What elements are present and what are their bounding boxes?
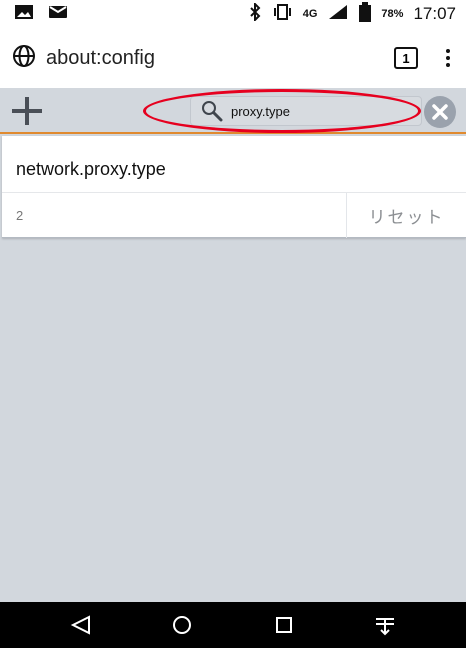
menu-dot xyxy=(446,49,450,53)
browser-toolbar: about:config 1 xyxy=(0,28,466,88)
preference-list: network.proxy.type 2 リセット xyxy=(0,134,466,602)
more-vertical-icon[interactable] xyxy=(442,49,454,67)
menu-dot xyxy=(446,63,450,67)
reset-button[interactable]: リセット xyxy=(347,193,466,238)
search-filter[interactable] xyxy=(190,96,422,126)
globe-icon xyxy=(12,44,36,73)
menu-dot xyxy=(446,56,450,60)
signal-icon xyxy=(327,4,349,25)
battery-icon xyxy=(359,1,372,27)
close-icon[interactable] xyxy=(424,96,456,128)
status-right-icons: 4G 78% 17:07 xyxy=(248,1,456,27)
search-icon xyxy=(201,100,223,122)
message-icon xyxy=(48,4,68,25)
bluetooth-icon xyxy=(248,1,262,26)
network-label: 4G xyxy=(302,8,318,20)
status-time: 17:07 xyxy=(413,4,456,23)
url-bar[interactable]: about:config xyxy=(12,44,394,73)
android-navigation-bar xyxy=(0,602,466,648)
preference-item[interactable]: network.proxy.type 2 リセット xyxy=(2,136,466,238)
image-icon xyxy=(14,4,34,25)
recent-square-icon[interactable] xyxy=(264,608,304,642)
notification-drawer-icon[interactable] xyxy=(365,608,405,642)
plus-icon[interactable] xyxy=(12,97,42,125)
preference-value[interactable]: 2 xyxy=(16,208,23,223)
status-left-icons xyxy=(14,4,68,25)
tabs-button[interactable]: 1 xyxy=(394,47,418,69)
search-input[interactable] xyxy=(231,103,401,119)
home-circle-icon[interactable] xyxy=(162,608,202,642)
android-browser-screen: 4G 78% 17:07 about:config 1 proxy.type n… xyxy=(0,0,466,648)
status-bar: 4G 78% 17:07 xyxy=(0,0,466,28)
url-text[interactable]: about:config xyxy=(46,47,155,70)
battery-percent: 78% xyxy=(381,8,404,20)
back-triangle-icon[interactable] xyxy=(61,608,101,642)
about-config-filter-bar xyxy=(0,88,466,134)
preference-name: network.proxy.type xyxy=(16,159,166,179)
vibration-icon xyxy=(272,3,293,26)
